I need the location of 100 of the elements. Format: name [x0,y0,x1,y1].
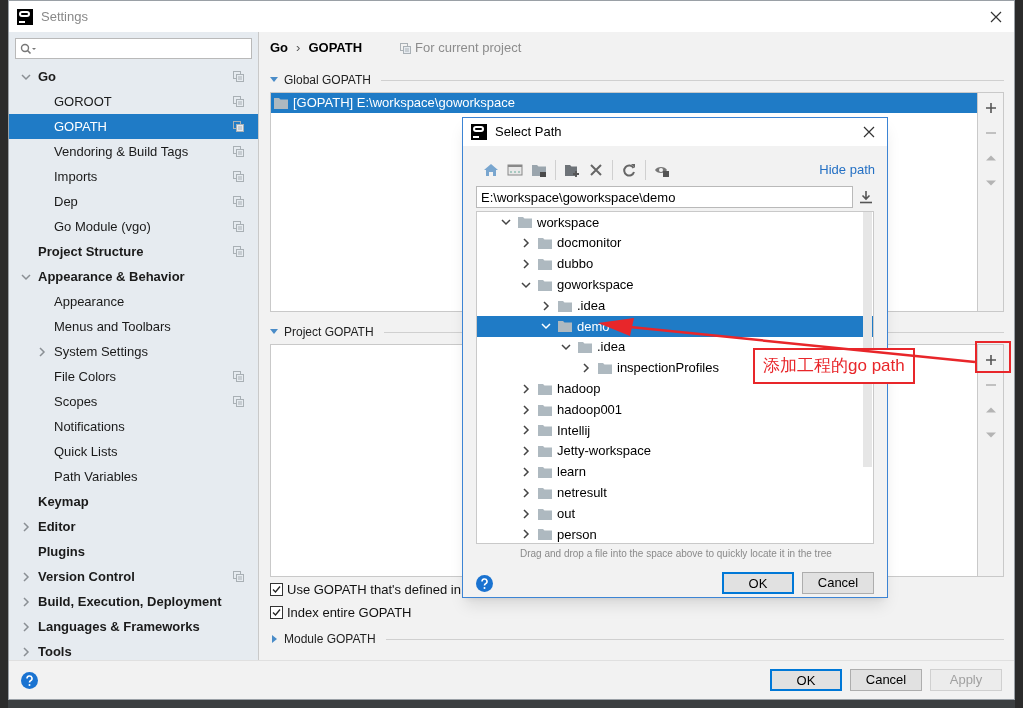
tree-item[interactable]: goworkspace [477,274,634,296]
tree-item[interactable]: workspace [477,212,600,233]
triangle-down-icon[interactable] [270,328,278,336]
sidebar-item[interactable]: Vendoring & Build Tags [9,139,258,164]
tree-item[interactable]: Intellij [477,419,591,441]
sidebar-item[interactable]: File Colors [9,364,258,389]
sidebar-item[interactable]: GOROOT [9,89,258,114]
check-icon [272,608,281,617]
sidebar-item[interactable]: System Settings [9,339,258,364]
chevron-right-icon[interactable] [520,445,532,458]
tree-item[interactable]: hadoop [477,378,601,400]
sidebar-item[interactable]: Notifications [9,414,258,439]
sidebar-item[interactable]: Dep [9,189,258,214]
tree-item[interactable]: dubbo [477,253,594,275]
triangle-right-icon[interactable] [270,635,278,643]
search-icon [20,42,36,55]
download-icon[interactable] [859,190,873,204]
tree-item[interactable]: Jetty-workspace [477,440,651,462]
dialog-button[interactable]: Cancel [802,572,874,594]
tree-item[interactable]: person [477,523,597,543]
refresh-icon[interactable] [621,162,637,178]
chevron-right-icon[interactable] [520,465,532,478]
sidebar-item[interactable]: Appearance & Behavior [9,264,258,289]
dialog-title: Select Path [495,123,563,142]
hide-path-link[interactable]: Hide path [819,160,875,180]
chevron-right-icon[interactable] [520,237,532,250]
tree-item[interactable]: out [477,503,576,524]
sidebar-item[interactable]: Editor [9,514,258,539]
dialog-button[interactable]: Cancel [850,669,922,691]
sidebar-item[interactable]: Version Control [9,564,258,589]
close-icon[interactable] [863,126,875,138]
help-icon[interactable] [21,671,38,689]
sidebar-item[interactable]: Tools [9,639,258,664]
tree-item[interactable]: netresult [477,482,607,504]
tree-item[interactable]: .idea [477,336,626,358]
checkbox-label: Index entire GOPATH [287,603,412,622]
folder-icon [537,235,553,252]
delete-icon[interactable] [588,162,604,178]
path-field[interactable]: E:\workspace\goworkspace\demo [476,186,853,208]
section-title: Module GOPATH [284,631,376,648]
chevron-right-icon[interactable] [580,361,592,374]
window-icon[interactable] [507,162,523,178]
sidebar-item[interactable]: Path Variables [9,464,258,489]
tree-item[interactable]: hadoop001 [477,399,623,420]
triangle-down-icon[interactable] [270,76,278,84]
sidebar-item[interactable]: Languages & Frameworks [9,614,258,639]
folder-icon [517,214,533,231]
tree-item[interactable]: .idea [477,295,606,316]
chevron-right-icon[interactable] [520,258,532,270]
folder-icon[interactable] [531,162,547,178]
help-icon[interactable] [476,574,493,592]
sidebar-item[interactable]: Go Module (vgo) [9,214,258,239]
dialog-button[interactable]: OK [722,572,794,594]
sidebar-item[interactable]: Build, Execution, Deployment [9,589,258,614]
sidebar-item[interactable]: Menus and Toolbars [9,314,258,339]
copy-icon [400,42,412,54]
checkbox-label: Use GOPATH that's defined in [287,580,461,599]
sidebar-item[interactable]: Go [9,64,258,89]
checkbox[interactable] [270,583,283,596]
dialog-button[interactable]: OK [770,669,842,691]
sidebar-item[interactable]: Appearance [9,289,258,314]
folder-icon [537,526,553,543]
folder-icon [537,256,553,272]
breadcrumb-item[interactable]: GOPATH [308,38,363,58]
breadcrumb-item[interactable]: Go [270,38,289,58]
section-title: Project GOPATH [284,324,374,341]
annotation-label: 添加工程的go path [753,348,915,384]
tree-item[interactable]: inspectionProfiles [477,357,719,379]
folder-icon [537,443,553,460]
new-folder-icon[interactable] [564,162,580,178]
chevron-right-icon[interactable] [520,424,532,437]
tree-item[interactable]: learn [477,461,586,483]
chevron-right-icon[interactable] [520,528,532,541]
sidebar-item[interactable]: Quick Lists [9,439,258,464]
scope-note: For current project [415,39,522,58]
checkbox[interactable] [270,606,283,619]
plus-icon [984,101,997,114]
sidebar-item[interactable]: Imports [9,164,258,189]
sidebar-item[interactable]: Project Structure [9,239,258,264]
chevron-right-icon[interactable] [520,382,532,395]
folder-icon [577,339,593,356]
chevron-right-icon[interactable] [520,486,532,499]
chevron-right-icon[interactable] [520,403,532,416]
check-icon [272,585,281,594]
list-row[interactable]: [GOPATH] E:\workspace\goworkspace [271,93,977,113]
chevron-right-icon[interactable] [520,507,532,520]
sidebar-item[interactable]: Plugins [9,539,258,564]
search-field[interactable] [15,38,252,59]
section-title: Global GOPATH [284,72,371,89]
breadcrumb-separator: › [296,39,301,58]
close-icon[interactable] [990,10,1002,23]
sidebar-item[interactable]: Keymap [9,489,258,514]
folder-icon [557,318,573,335]
app-logo-icon [471,124,487,140]
sidebar-item[interactable]: GOPATH [9,114,258,139]
chevron-right-icon[interactable] [540,299,552,312]
highlight-frame [975,341,1011,373]
sidebar-item[interactable]: Scopes [9,389,258,414]
tree-item[interactable]: docmonitor [477,232,622,254]
folder-icon [273,95,289,111]
